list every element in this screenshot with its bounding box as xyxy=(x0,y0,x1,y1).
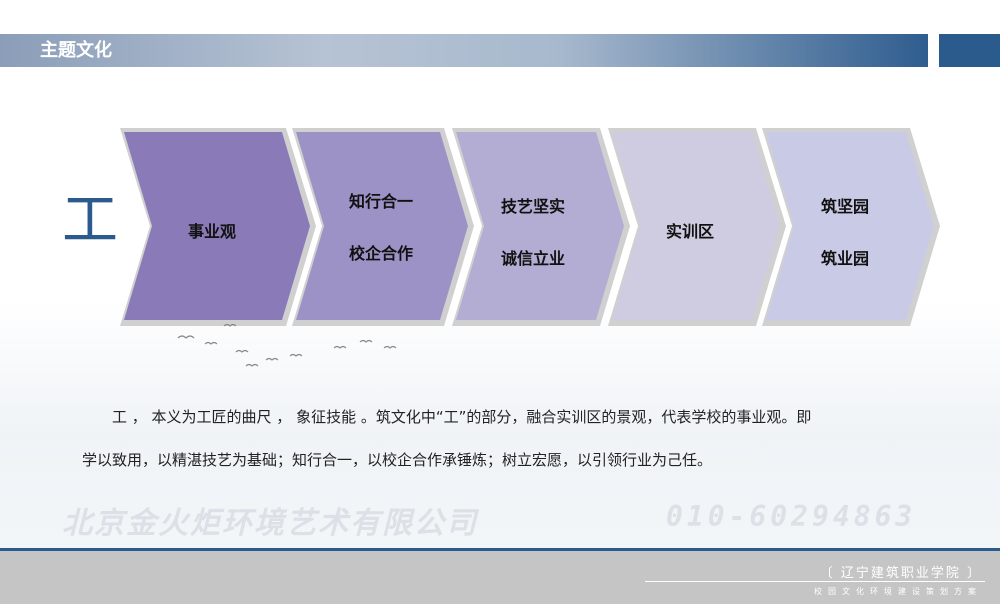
chevron-3 xyxy=(456,132,624,320)
footer-subtitle: 校园文化环境建设策划方案 xyxy=(814,587,982,596)
chevron-3-label-top: 技艺坚实 xyxy=(500,197,565,216)
chevron-2-label-bottom: 校企合作 xyxy=(348,244,413,263)
body-text-line-1: 工 ， 本义为工匠的曲尺 ， 象征技能 。筑文化中“工”的部分，融合实训区的景观… xyxy=(112,408,812,426)
chevron-5 xyxy=(766,132,934,320)
chevron-5-label-top: 筑坚园 xyxy=(820,197,869,216)
chevron-2-label-top: 知行合一 xyxy=(348,192,413,211)
birds-illustration xyxy=(177,323,397,367)
chevron-2 xyxy=(296,132,468,320)
footer-school-name: 〔 辽宁建筑职业学院 〕 xyxy=(819,566,982,581)
phone-watermark: 010-60294863 xyxy=(666,500,917,533)
company-watermark: 北京金火炬环境艺术有限公司 xyxy=(62,506,478,541)
chevron-4-label: 实训区 xyxy=(665,222,714,241)
footer-rule xyxy=(645,581,985,582)
chevron-3-label-bottom: 诚信立业 xyxy=(500,249,565,268)
body-text-line-2: 学以致用，以精湛技艺为基础；知行合一，以校企合作承锤炼；树立宏愿，以引领行业为己… xyxy=(82,451,713,469)
chevron-1-label: 事业观 xyxy=(187,222,236,241)
chevron-5-label-bottom: 筑业园 xyxy=(820,249,869,268)
